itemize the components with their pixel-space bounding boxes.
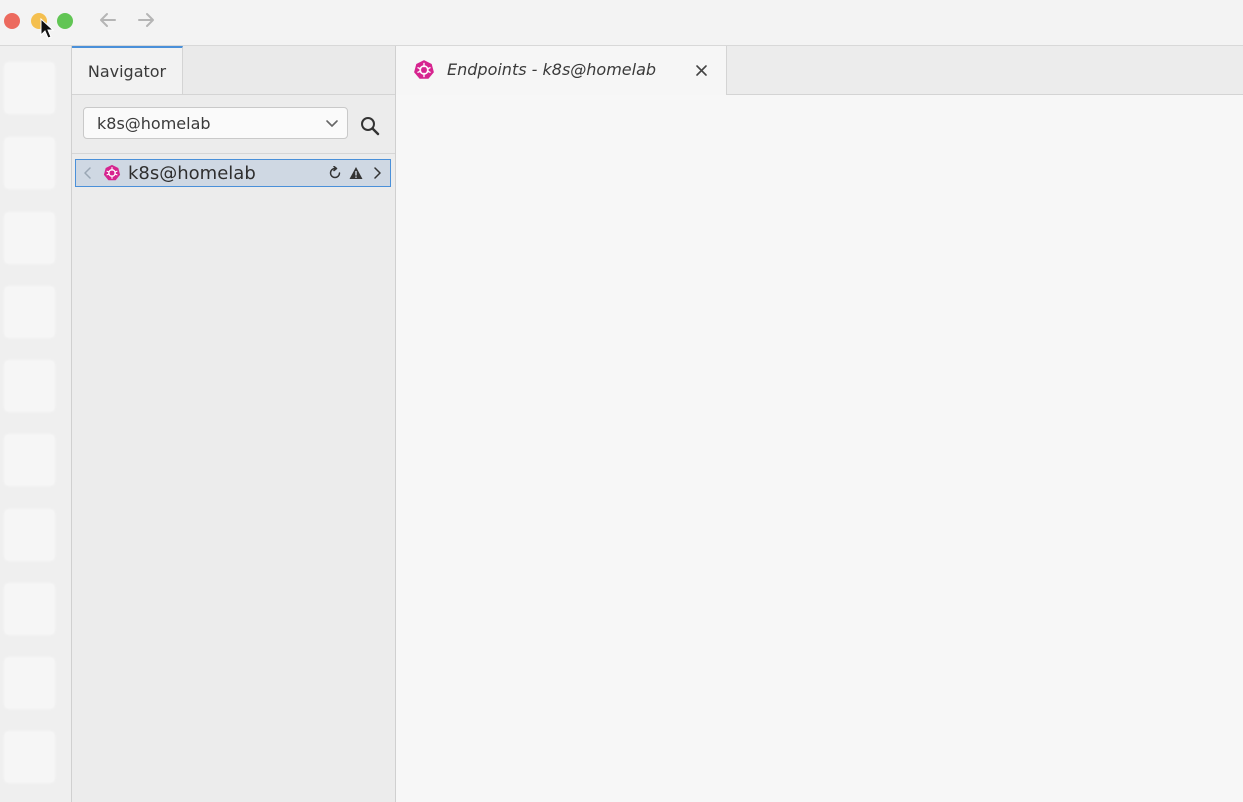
navigator-sidebar: Navigator k8s@homelab k8s@homelab [72, 46, 396, 802]
kubernetes-icon [103, 164, 121, 181]
hotbar-slot[interactable] [5, 138, 54, 188]
chevron-down-icon [326, 120, 338, 127]
hotbar-slot[interactable] [5, 435, 54, 485]
hotbar-slot[interactable] [5, 361, 54, 411]
hotbar-slot[interactable] [5, 658, 54, 708]
mouse-cursor-icon [40, 18, 54, 39]
close-icon[interactable] [695, 64, 708, 77]
hotbar-slot[interactable] [5, 213, 54, 263]
search-button[interactable] [359, 115, 381, 137]
hotbar-slot[interactable] [5, 584, 54, 634]
context-select[interactable]: k8s@homelab [83, 107, 348, 139]
tree-item-cluster[interactable]: k8s@homelab [75, 159, 391, 187]
hotbar-slot[interactable] [5, 63, 54, 113]
document-tabstrip: Endpoints - k8s@homelab [396, 46, 1243, 95]
chevron-left-icon[interactable] [83, 167, 93, 179]
hotbar-slot[interactable] [5, 732, 54, 782]
hotbar-slot[interactable] [5, 287, 54, 337]
forward-button[interactable] [134, 8, 158, 32]
back-button[interactable] [96, 8, 120, 32]
tree-item-label: k8s@homelab [128, 163, 256, 184]
main-content: Endpoints - k8s@homelab [396, 46, 1243, 802]
tab-navigator-label: Navigator [87, 61, 167, 81]
hotbar-slot[interactable] [5, 510, 54, 560]
divider [72, 153, 395, 154]
tab-navigator[interactable]: Navigator [72, 46, 183, 94]
title-bar [0, 0, 1243, 46]
refresh-icon[interactable] [328, 166, 342, 180]
search-icon [361, 117, 380, 136]
arrow-left-icon [100, 13, 116, 27]
hotbar [0, 46, 72, 802]
chevron-right-icon[interactable] [372, 167, 382, 179]
tab-endpoints-title: Endpoints - k8s@homelab [447, 60, 657, 79]
tab-endpoints[interactable]: Endpoints - k8s@homelab [396, 46, 727, 95]
context-select-value: k8s@homelab [97, 113, 211, 133]
content-area [396, 95, 1243, 802]
window-close-button[interactable] [4, 13, 20, 29]
window-maximize-button[interactable] [57, 13, 73, 29]
arrow-right-icon [138, 13, 154, 27]
warning-icon[interactable] [349, 166, 363, 180]
kubernetes-icon [414, 60, 434, 79]
sidebar-tabs: Navigator [72, 46, 395, 95]
